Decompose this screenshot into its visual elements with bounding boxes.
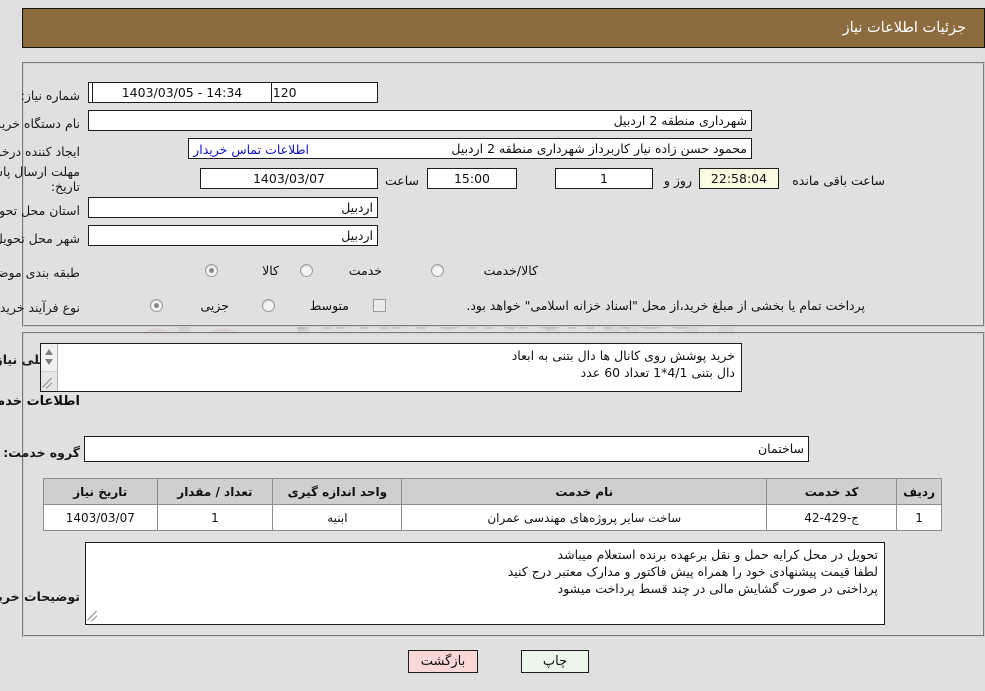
- buyer-notes-textarea[interactable]: تحویل در محل کرایه حمل و نقل برعهده برند…: [85, 542, 885, 625]
- delivery-province-value: اردبیل: [88, 197, 378, 218]
- col-name: نام خدمت: [401, 478, 768, 505]
- window-title-bar: جزئیات اطلاعات نیاز: [22, 8, 985, 48]
- treasury-bonds-text: پرداخت تمام یا بخشی از مبلغ خرید،از محل …: [466, 298, 865, 313]
- cell-code: ج-429-42: [766, 504, 898, 531]
- radio-classification-kala-khedmat[interactable]: [431, 264, 444, 277]
- summary-text: خرید پوشش روی کانال ها دال بتنی به ابعاد…: [511, 348, 735, 380]
- service-group-label: گروه خدمت:: [3, 445, 80, 460]
- col-unit: واحد اندازه گیری: [272, 478, 403, 505]
- back-button[interactable]: بازگشت: [408, 650, 478, 673]
- table-row: 1 ج-429-42 ساخت سایر پروژه‌های مهندسی عم…: [43, 504, 942, 531]
- buyer-notes-text: تحویل در محل کرایه حمل و نقل برعهده برند…: [507, 547, 878, 596]
- remaining-days-value: 1: [555, 168, 653, 189]
- announce-datetime-value: 14:34 - 1403/03/05: [92, 82, 272, 103]
- resize-grip-icon[interactable]: [42, 377, 55, 389]
- delivery-city-label: شهر محل تحویل:: [0, 231, 80, 246]
- col-quantity: تعداد / مقدار: [156, 478, 274, 505]
- radio-classification-kala-khedmat-label: کالا/خدمت: [483, 263, 538, 278]
- buyer-notes-label: توضیحات خریدار:: [0, 589, 80, 604]
- reply-deadline-label: مهلت ارسال پاسخ: تا تاریخ:: [0, 164, 80, 194]
- summary-scrollbar[interactable]: [41, 344, 58, 391]
- table-header-row: ردیف کد خدمت نام خدمت واحد اندازه گیری ت…: [43, 478, 942, 505]
- purchase-process-label: نوع فرآیند خرید :: [0, 300, 80, 315]
- radio-process-jozee-label: جزیی: [200, 298, 229, 313]
- cell-name: ساخت سایر پروژه‌های مهندسی عمران: [401, 504, 768, 531]
- radio-classification-khedmat-label: خدمت: [348, 263, 382, 278]
- radio-classification-kala-label: کالا: [262, 263, 279, 278]
- services-section-heading: اطلاعات خدمات مورد نیاز: [0, 394, 80, 409]
- countdown-value: 22:58:04: [699, 168, 779, 189]
- cell-need-date: 1403/03/07: [43, 504, 158, 531]
- notes-scrollbar[interactable]: [86, 543, 103, 624]
- delivery-city-value: اردبیل: [88, 225, 378, 246]
- hour-label: ساعت: [384, 173, 419, 188]
- treasury-bonds-checkbox[interactable]: [373, 299, 386, 312]
- notes-resize-grip-icon[interactable]: [87, 610, 100, 622]
- service-group-value: ساختمان: [84, 436, 809, 462]
- countdown-label: ساعت باقی مانده: [792, 173, 885, 188]
- buyer-contact-link[interactable]: اطلاعات تماس خریدار: [193, 142, 309, 157]
- request-creator-label: ایجاد کننده درخواست:: [0, 144, 80, 159]
- summary-textarea[interactable]: خرید پوشش روی کانال ها دال بتنی به ابعاد…: [40, 343, 742, 392]
- reply-deadline-time: 15:00: [427, 168, 517, 189]
- reply-deadline-date: 1403/03/07: [200, 168, 378, 189]
- remaining-days-label: روز و: [663, 173, 692, 188]
- print-button[interactable]: چاپ: [521, 650, 589, 673]
- services-table: ردیف کد خدمت نام خدمت واحد اندازه گیری ت…: [43, 478, 942, 531]
- col-radif: ردیف: [896, 478, 942, 505]
- col-need-date: تاریخ نیاز: [43, 478, 158, 505]
- classification-label: طبقه بندی موضوعی:: [0, 265, 80, 280]
- radio-classification-kala[interactable]: [205, 264, 218, 277]
- radio-process-jozee[interactable]: [150, 299, 163, 312]
- page-title: جزئیات اطلاعات نیاز: [842, 20, 966, 36]
- cell-unit: ابنیه: [272, 504, 403, 531]
- radio-process-motevaset-label: متوسط: [309, 298, 349, 313]
- buyer-org-value: شهرداری منطقه 2 اردبیل: [88, 110, 752, 131]
- cell-quantity: 1: [156, 504, 274, 531]
- buyer-org-label: نام دستگاه خریدار:: [0, 116, 80, 131]
- cell-radif: 1: [896, 504, 942, 531]
- need-number-label: شماره نیاز:: [20, 88, 80, 103]
- col-code: کد خدمت: [766, 478, 898, 505]
- radio-classification-khedmat[interactable]: [300, 264, 313, 277]
- radio-process-motevaset[interactable]: [262, 299, 275, 312]
- delivery-province-label: استان محل تحویل:: [0, 203, 80, 218]
- scroll-arrows-icon[interactable]: [41, 344, 57, 372]
- page-root: AriaTender.net جزئیات اطلاعات نیاز شماره…: [0, 0, 985, 691]
